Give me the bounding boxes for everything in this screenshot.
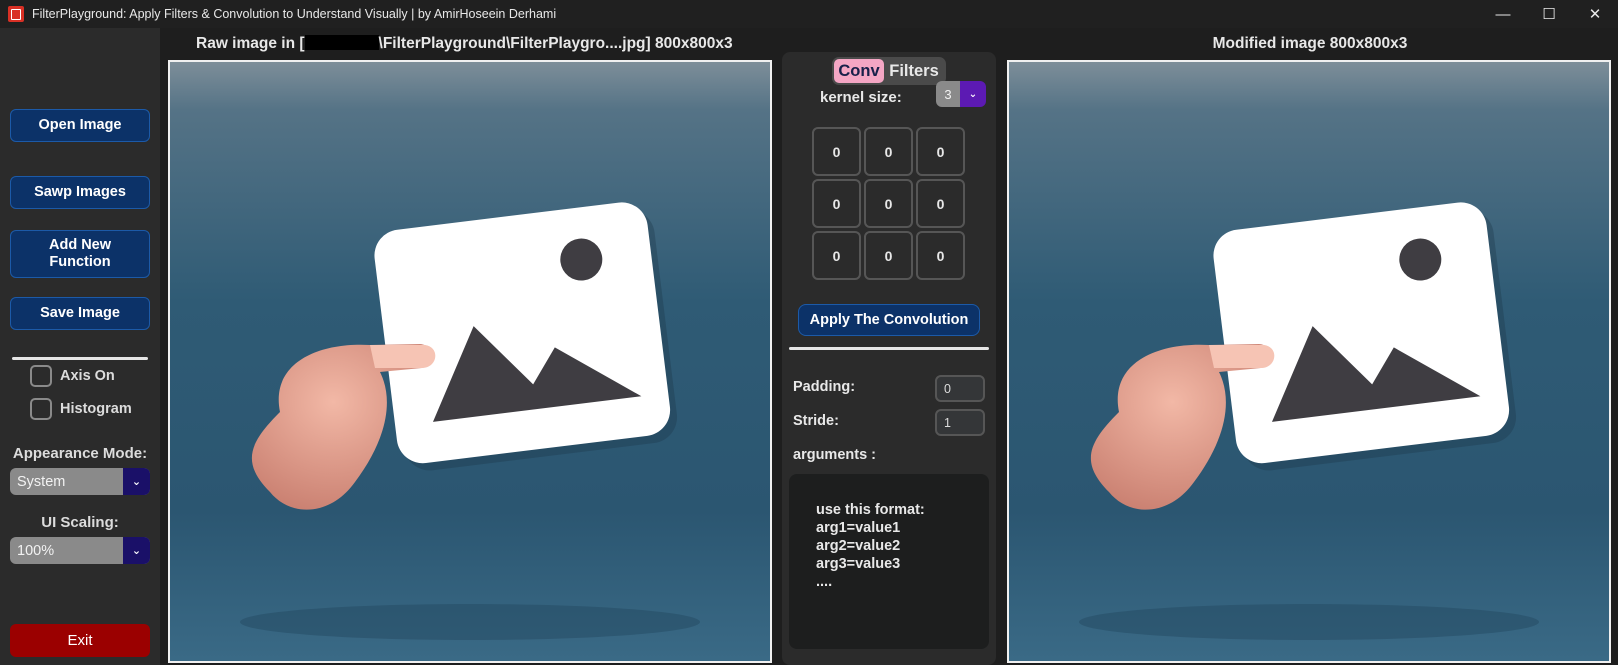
title-bar: FilterPlayground: Apply Filters & Convol… [0, 0, 1618, 28]
swap-images-button[interactable]: Sawp Images [10, 176, 150, 209]
minimize-button[interactable]: — [1480, 0, 1526, 28]
sidebar-divider [12, 357, 148, 360]
exit-button[interactable]: Exit [10, 624, 150, 657]
raw-image-panel[interactable] [168, 60, 772, 663]
tab-selector[interactable]: Conv Filters [832, 57, 946, 85]
picture-card-icon [170, 62, 770, 661]
sidebar: Open Image Sawp Images Add New Function … [0, 28, 160, 665]
kernel-grid: 0 0 0 0 0 0 0 0 0 [812, 127, 966, 280]
arguments-help-line: arg3=value3 [816, 556, 901, 572]
ui-scaling-select[interactable]: 100% ⌄ [10, 537, 150, 564]
kernel-cell[interactable]: 0 [916, 179, 965, 228]
center-divider [789, 347, 989, 350]
histogram-label: Histogram [60, 401, 132, 417]
kernel-cell[interactable]: 0 [916, 231, 965, 280]
kernel-cell[interactable]: 0 [812, 127, 861, 176]
arguments-help-line: use this format: [816, 502, 925, 518]
arguments-help-line: arg1=value1 [816, 520, 901, 536]
checkbox-box[interactable] [30, 398, 52, 420]
open-image-button[interactable]: Open Image [10, 109, 150, 142]
padding-input[interactable]: 0 [935, 375, 985, 402]
save-image-button[interactable]: Save Image [10, 297, 150, 330]
kernel-cell[interactable]: 0 [916, 127, 965, 176]
modified-image-title: Modified image 800x800x3 [1212, 35, 1408, 52]
raw-image-title-suffix: \FilterPlayground\FilterPlaygro....jpg] … [378, 35, 733, 52]
redacted-path [304, 35, 379, 50]
chevron-down-icon[interactable]: ⌄ [123, 537, 150, 564]
appearance-mode-label: Appearance Mode: [12, 445, 148, 462]
kernel-cell[interactable]: 0 [864, 179, 913, 228]
tab-filters[interactable]: Filters [884, 59, 944, 83]
chevron-down-icon[interactable]: ⌄ [960, 81, 986, 107]
raw-image-title: Raw image in [ \FilterPlayground\FilterPl… [196, 35, 733, 53]
kernel-cell[interactable]: 0 [864, 231, 913, 280]
picture-card-icon [1009, 62, 1609, 661]
close-button[interactable]: ✕ [1572, 0, 1618, 28]
kernel-size-label: kernel size: [820, 89, 902, 106]
apply-convolution-button[interactable]: Apply The Convolution [798, 304, 980, 336]
arguments-label: arguments : [793, 447, 876, 463]
raw-image-title-prefix: Raw image in [ [196, 35, 305, 52]
kernel-size-select[interactable]: 3 ⌄ [936, 81, 986, 107]
stride-input[interactable]: 1 [935, 409, 985, 436]
tab-conv[interactable]: Conv [834, 59, 884, 83]
arguments-help-line: arg2=value2 [816, 538, 901, 554]
kernel-cell[interactable]: 0 [812, 231, 861, 280]
conv-panel: Conv Filters kernel size: 3 ⌄ 0 0 0 0 0 … [782, 52, 996, 665]
axis-on-label: Axis On [60, 368, 115, 384]
maximize-button[interactable]: ☐ [1526, 0, 1572, 28]
padding-label: Padding: [793, 379, 856, 395]
kernel-cell[interactable]: 0 [812, 179, 861, 228]
ui-scaling-value: 100% [17, 542, 55, 559]
kernel-size-value: 3 [936, 81, 960, 107]
histogram-checkbox[interactable]: Histogram [30, 398, 132, 420]
appearance-mode-value: System [17, 473, 66, 490]
arguments-help-line: .... [816, 574, 833, 590]
window-title: FilterPlayground: Apply Filters & Convol… [32, 7, 557, 21]
ui-scaling-label: UI Scaling: [41, 514, 119, 531]
appearance-mode-select[interactable]: System ⌄ [10, 468, 150, 495]
kernel-cell[interactable]: 0 [864, 127, 913, 176]
window-controls: — ☐ ✕ [1480, 0, 1618, 28]
chevron-down-icon[interactable]: ⌄ [123, 468, 150, 495]
add-function-button[interactable]: Add New Function [10, 230, 150, 278]
app-logo-icon [8, 6, 24, 22]
modified-image-panel[interactable] [1007, 60, 1611, 663]
checkbox-box[interactable] [30, 365, 52, 387]
stride-label: Stride: [793, 413, 839, 429]
arguments-textbox[interactable]: use this format: arg1=value1 arg2=value2… [789, 474, 989, 649]
axis-on-checkbox[interactable]: Axis On [30, 365, 115, 387]
